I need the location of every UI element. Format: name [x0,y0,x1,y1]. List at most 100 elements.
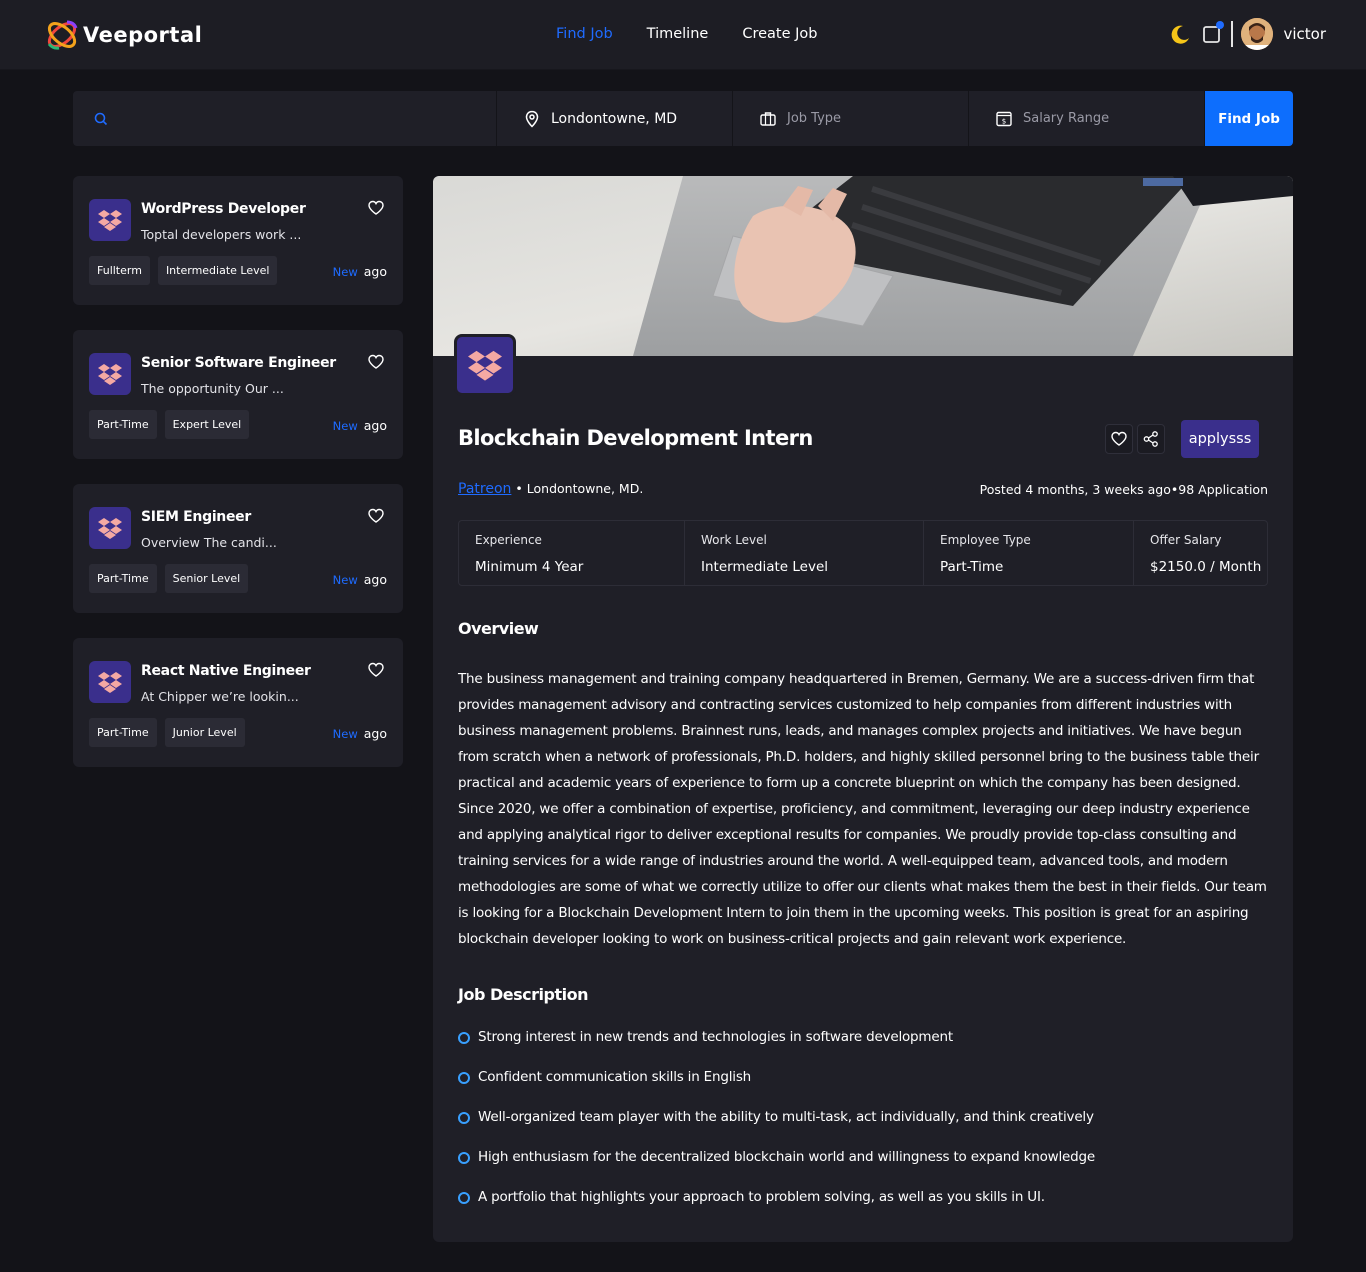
search-input[interactable] [119,111,479,126]
bullet-circle-icon [458,1112,470,1124]
svg-text:$: $ [1002,117,1006,125]
heart-icon[interactable] [367,507,385,525]
nav-find-job[interactable]: Find Job [556,26,613,42]
posted-time: New ago [333,264,387,279]
job-title: SIEM Engineer [141,509,251,525]
requirements-list: Strong interest in new trends and techno… [458,1029,1095,1229]
job-tags: Part-Time Junior Level [89,718,253,747]
requirement-text: Confident communication skills in Englis… [478,1069,752,1085]
job-title: React Native Engineer [141,663,311,679]
bullet-circle-icon [458,1152,470,1164]
posted-info: Posted 4 months, 3 weeks ago•98 Applicat… [980,482,1268,497]
job-title: WordPress Developer [141,201,306,217]
nav-timeline[interactable]: Timeline [647,26,709,42]
brand-name: Veeportal [83,23,203,47]
job-tag: Expert Level [164,410,250,439]
job-tag: Junior Level [164,718,245,747]
stat-work-level: Work Level Intermediate Level [685,521,924,585]
requirement-text: Well-organized team player with the abil… [478,1109,1094,1125]
company-link[interactable]: Patreon [458,481,511,497]
list-item: Well-organized team player with the abil… [458,1109,1095,1149]
job-tag: Intermediate Level [157,256,278,285]
job-location: Londontowne, MD. [526,481,644,496]
requirement-text: A portfolio that highlights your approac… [478,1189,1045,1205]
stat-label: Offer Salary [1150,533,1222,547]
user-area: victor [1169,18,1326,50]
new-badge: New [332,419,358,433]
job-card[interactable]: WordPress Developer Toptal developers wo… [73,176,403,305]
company-logo [89,199,131,241]
briefcase-icon [760,111,776,126]
salary-range-filter[interactable]: $ Salary Range [969,91,1205,146]
stat-label: Employee Type [940,533,1031,547]
company-logo [89,353,131,395]
heart-icon[interactable] [367,353,385,371]
dropbox-icon [98,672,122,693]
salary-icon: $ [996,111,1012,126]
posted-date: Posted 4 months, 3 weeks ago [979,482,1171,497]
share-icon [1143,431,1158,447]
job-snippet: At Chipper we’re lookin... [141,689,299,704]
stat-label: Experience [475,533,542,547]
job-detail-panel: Blockchain Development Intern applysss P… [433,176,1293,1242]
dot-separator: • [515,481,523,496]
posted-time: New ago [333,726,387,741]
bullet-circle-icon [458,1032,470,1044]
brand-logo[interactable]: Veeportal [43,18,202,52]
job-card[interactable]: Senior Software Engineer The opportunity… [73,330,403,459]
job-description-heading: Job Description [458,985,588,1004]
application-count: 98 Application [1178,482,1268,497]
location-pin-icon [525,110,539,128]
job-snippet: Overview The candi... [141,535,277,550]
main-nav: Find Job Timeline Create Job [556,26,851,42]
job-card[interactable]: SIEM Engineer Overview The candi... Part… [73,484,403,613]
stat-value: Part-Time [940,559,1004,575]
job-title-heading: Blockchain Development Intern [458,426,813,450]
company-logo-large [454,334,516,396]
new-badge: New [332,727,358,741]
notification-button[interactable] [1201,21,1225,45]
job-tag: Part-Time [89,564,157,593]
job-tag: Part-Time [89,410,157,439]
heart-icon[interactable] [367,199,385,217]
avatar[interactable] [1241,18,1274,50]
company-logo [89,661,131,703]
stat-employee-type: Employee Type Part-Time [924,521,1134,585]
stat-experience: Experience Minimum 4 Year [459,521,685,585]
ago-label: ago [363,264,387,279]
ago-label: ago [363,726,387,741]
apply-button[interactable]: applysss [1181,420,1259,458]
ago-label: ago [363,572,387,587]
job-tags: Part-Time Expert Level [89,410,257,439]
job-stats: Experience Minimum 4 Year Work Level Int… [458,520,1268,586]
posted-time: New ago [333,572,387,587]
nav-create-job[interactable]: Create Job [742,26,817,42]
list-item: A portfolio that highlights your approac… [458,1189,1095,1229]
job-tag: Part-Time [89,718,157,747]
find-job-button[interactable]: Find Job [1205,91,1293,146]
ago-label: ago [363,418,387,433]
user-name[interactable]: victor [1283,25,1326,43]
moon-icon[interactable] [1169,23,1191,45]
avatar-face-icon [1241,18,1274,50]
posted-time: New ago [333,418,387,433]
new-badge: New [332,265,358,279]
favorite-button[interactable] [1105,424,1133,454]
share-button[interactable] [1137,424,1165,454]
location-filter[interactable]: Londontowne, MD [497,91,733,146]
job-type-filter[interactable]: Job Type [733,91,969,146]
bullet-circle-icon [458,1072,470,1084]
heart-icon [1111,431,1127,446]
new-badge: New [332,573,358,587]
hero-laptop-image [433,176,1293,356]
job-tag: Fullterm [89,256,150,285]
location-value: Londontowne, MD [551,110,678,127]
stat-value: $2150.0 / Month [1150,559,1262,575]
list-item: Confident communication skills in Englis… [458,1069,1095,1109]
divider [1231,21,1234,47]
list-item: High enthusiasm for the decentralized bl… [458,1149,1095,1189]
logo-mark-icon [47,20,78,50]
job-card[interactable]: React Native Engineer At Chipper we’re l… [73,638,403,767]
heart-icon[interactable] [367,661,385,679]
requirement-text: High enthusiasm for the decentralized bl… [478,1149,1095,1165]
